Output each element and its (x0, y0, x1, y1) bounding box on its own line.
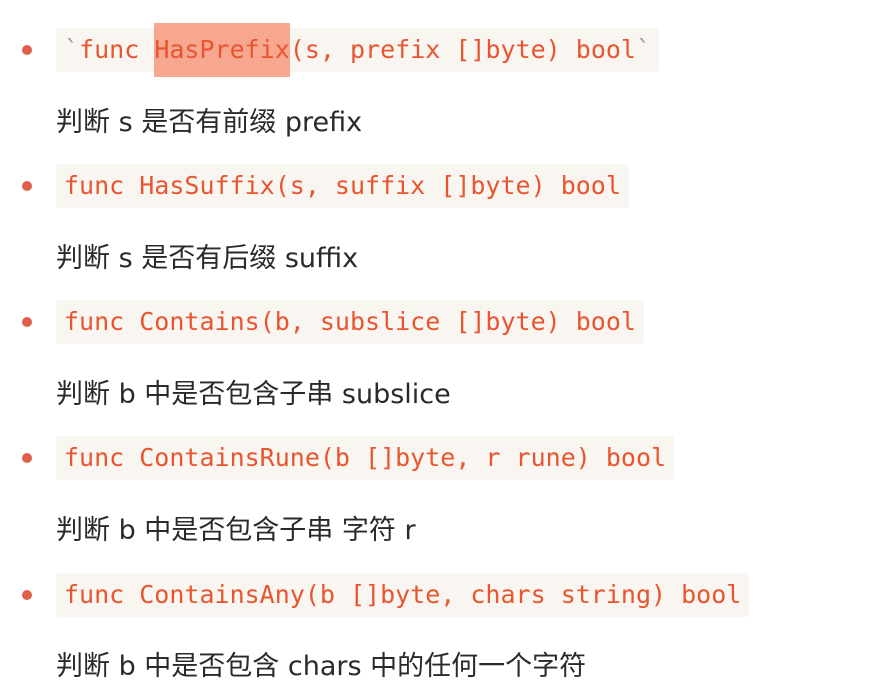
description-text: 判断 s 是否有后缀 suffix (56, 243, 359, 274)
description-text: 判断 b 中是否包含 chars 中的任何一个字符 (56, 651, 587, 682)
code-snippet[interactable]: func ContainsRune(b []byte, r rune) bool (56, 436, 675, 480)
description-text: 判断 b 中是否包含子串 字符 r (56, 515, 416, 546)
code-snippet[interactable]: `func HasPrefix(s, prefix []byte) bool` (56, 23, 660, 77)
code-snippet[interactable]: func HasSuffix(s, suffix []byte) bool (56, 164, 629, 208)
bullet-icon (22, 45, 32, 55)
code-keyword: func (79, 35, 155, 64)
bullet-icon (22, 590, 32, 600)
code-signature: (s, prefix []byte) bool (289, 35, 636, 64)
code-snippet[interactable]: func Contains(b, subslice []byte) bool (56, 300, 644, 344)
selected-text-highlight[interactable]: HasPrefix (154, 23, 290, 77)
backtick-open: ` (64, 35, 80, 64)
description-text: 判断 s 是否有前缀 prefix (56, 107, 363, 138)
backtick-close: ` (635, 35, 652, 64)
description-text: 判断 b 中是否包含子串 subslice (56, 379, 451, 410)
bullet-icon (22, 181, 32, 191)
document-body: `func HasPrefix(s, prefix []byte) bool` … (0, 0, 887, 693)
bullet-icon (22, 317, 32, 327)
code-snippet[interactable]: func ContainsAny(b []byte, chars string)… (56, 573, 750, 617)
bullet-icon (22, 453, 32, 463)
